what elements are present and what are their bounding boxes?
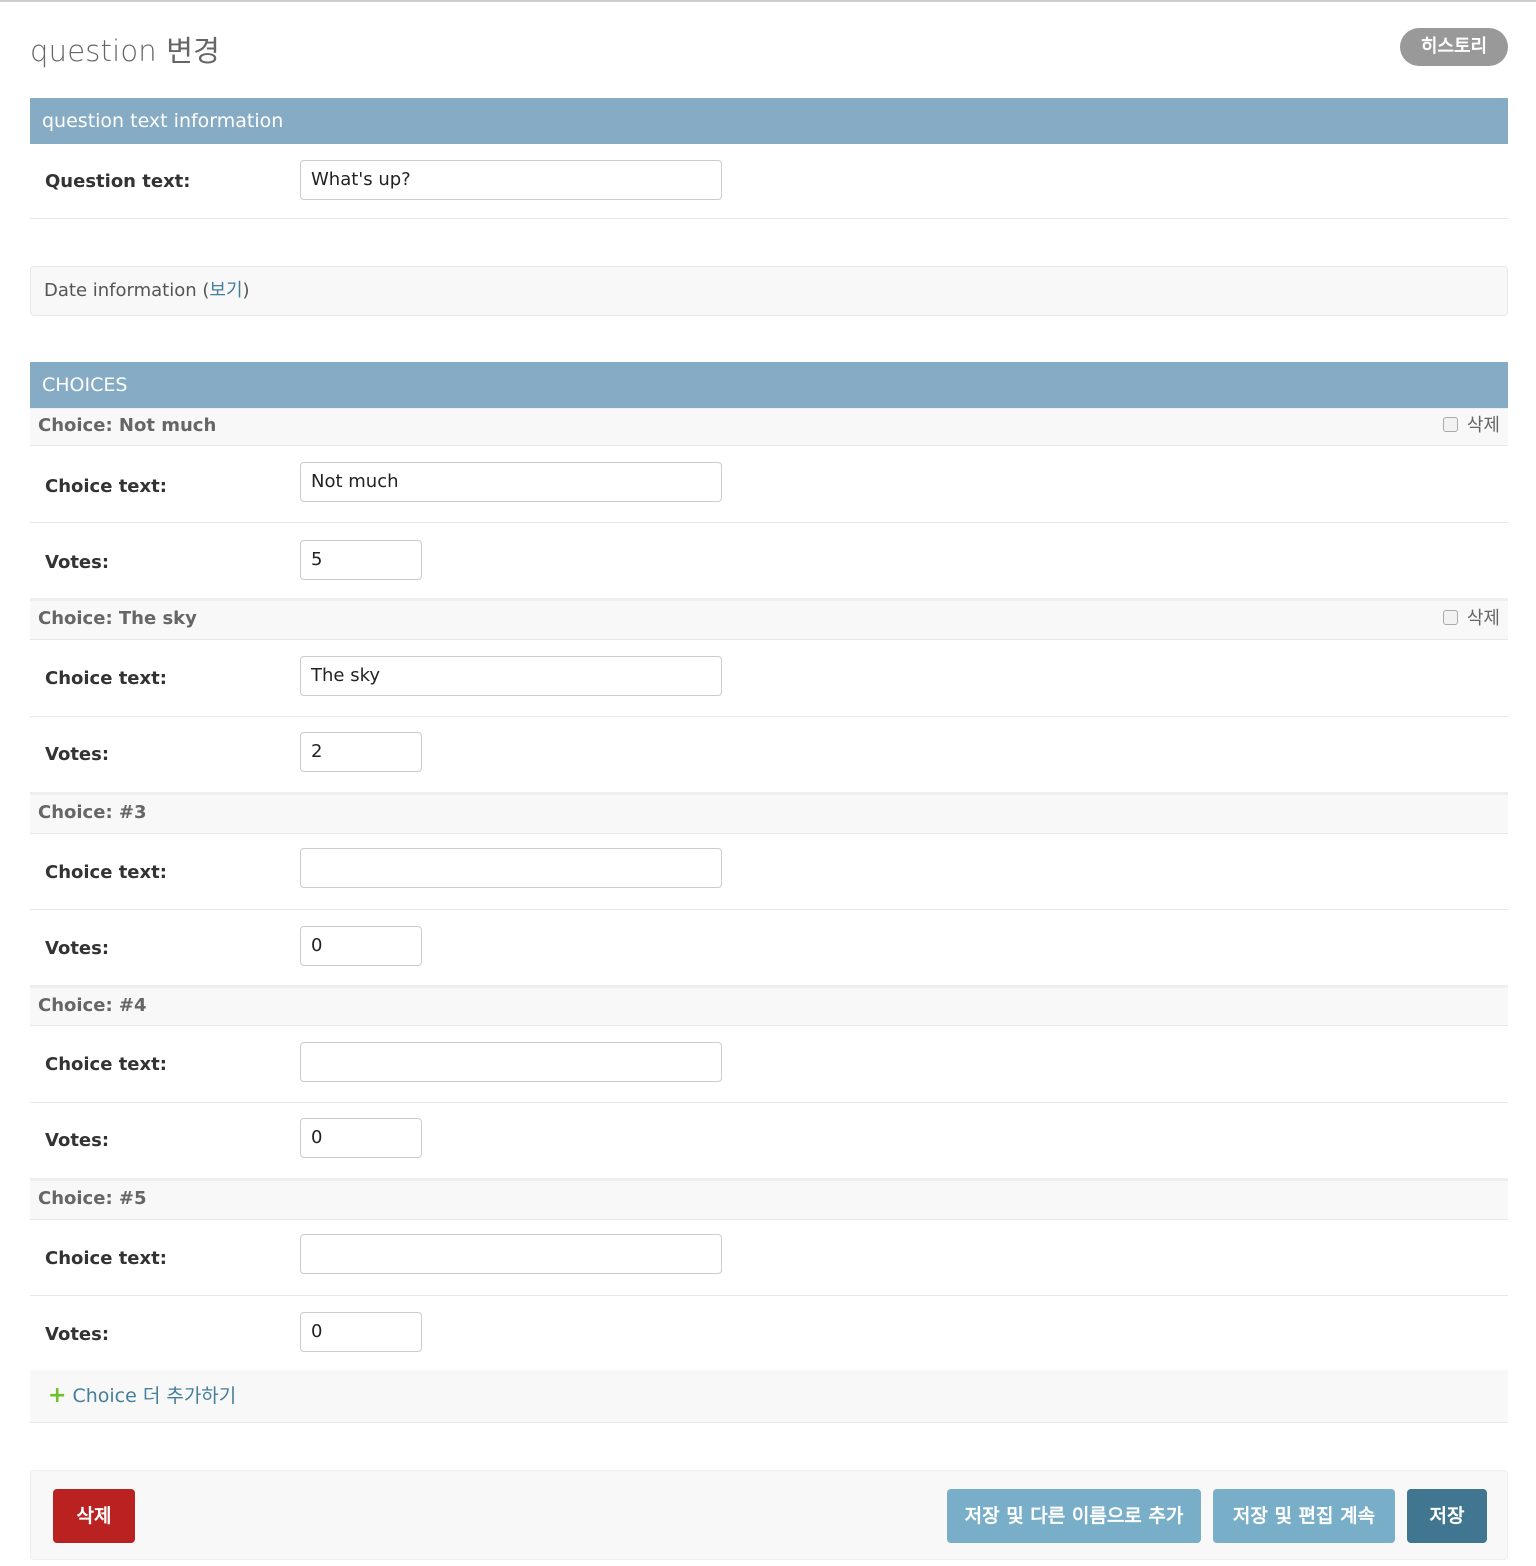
- choices-section-heading: CHOICES: [30, 362, 1508, 408]
- votes-label: Votes:: [45, 1324, 110, 1345]
- save-and-continue-button[interactable]: 저장 및 편집 계속: [1213, 1489, 1395, 1543]
- votes-label: Votes:: [45, 1130, 110, 1151]
- votes-input[interactable]: 0: [300, 1118, 422, 1158]
- choice-delete-label: 삭제: [1466, 415, 1500, 436]
- choice-header: Choice: #3: [30, 792, 1508, 834]
- choice-delete-checkbox[interactable]: [1442, 610, 1458, 625]
- choice-text-input[interactable]: [300, 848, 722, 888]
- choice-text-label: Choice text:: [45, 668, 167, 689]
- choice-text-row: Choice text:: [30, 834, 1508, 910]
- choice-title: Choice: #5: [38, 1188, 147, 1209]
- choice-text-input[interactable]: [300, 1042, 722, 1082]
- add-another-choice-link[interactable]: Choice 더 추가하기: [72, 1385, 236, 1407]
- choice-delete-checkbox[interactable]: [1442, 417, 1458, 432]
- choice-text-input[interactable]: The sky: [300, 656, 722, 696]
- question-text-input[interactable]: What's up?: [300, 160, 722, 200]
- votes-label: Votes:: [45, 938, 110, 959]
- choice-delete-control: 삭제: [1442, 601, 1500, 637]
- save-as-new-button[interactable]: 저장 및 다른 이름으로 추가: [947, 1489, 1201, 1543]
- votes-row: Votes: 0: [30, 910, 1508, 985]
- choice-text-row: Choice text:: [30, 1220, 1508, 1296]
- choice-header: Choice: #5: [30, 1178, 1508, 1220]
- votes-input[interactable]: 2: [300, 732, 422, 772]
- choice-header: Choice: Not much 삭제: [30, 408, 1508, 446]
- delete-button[interactable]: 삭제: [53, 1489, 135, 1543]
- choice-delete-control: 삭제: [1442, 409, 1500, 443]
- add-another-choice-row: + Choice 더 추가하기: [30, 1370, 1508, 1423]
- choice-text-input[interactable]: [300, 1234, 722, 1274]
- date-information-toggle-close: ): [242, 280, 250, 301]
- choice-text-row: Choice text: The sky: [30, 640, 1508, 717]
- votes-label: Votes:: [45, 744, 110, 765]
- choice-text-label: Choice text:: [45, 1054, 167, 1075]
- choice-text-label: Choice text:: [45, 476, 167, 497]
- date-information-show-link[interactable]: 보기: [209, 280, 242, 301]
- choice-text-row: Choice text:: [30, 1026, 1508, 1103]
- date-information-fieldset: Date information (보기): [30, 266, 1508, 316]
- votes-input[interactable]: 0: [300, 1312, 422, 1352]
- choice-header: Choice: The sky 삭제: [30, 598, 1508, 640]
- save-button[interactable]: 저장: [1407, 1489, 1487, 1543]
- question-text-label: Question text:: [45, 171, 191, 192]
- votes-row: Votes: 5: [30, 523, 1508, 598]
- choice-title: Choice: The sky: [38, 608, 197, 629]
- choice-title: Choice: Not much: [38, 415, 217, 436]
- votes-row: Votes: 0: [30, 1103, 1508, 1178]
- submit-row: 삭제 저장 및 다른 이름으로 추가 저장 및 편집 계속 저장: [30, 1470, 1508, 1560]
- votes-row: Votes: 0: [30, 1296, 1508, 1370]
- page-title: question 변경: [30, 34, 221, 68]
- choice-text-row: Choice text: Not much: [30, 446, 1508, 523]
- votes-row: Votes: 2: [30, 717, 1508, 792]
- votes-label: Votes:: [45, 552, 110, 573]
- top-rule: [0, 0, 1536, 2]
- choice-header: Choice: #4: [30, 985, 1508, 1026]
- question-section-heading: question text information: [30, 98, 1508, 144]
- choice-delete-label: 삭제: [1466, 608, 1500, 629]
- choice-title: Choice: #4: [38, 995, 147, 1016]
- votes-input[interactable]: 0: [300, 926, 422, 966]
- choice-title: Choice: #3: [38, 802, 147, 823]
- votes-input[interactable]: 5: [300, 540, 422, 580]
- date-information-heading: Date information: [44, 280, 197, 301]
- choice-text-input[interactable]: Not much: [300, 462, 722, 502]
- choice-text-label: Choice text:: [45, 862, 167, 883]
- choice-text-label: Choice text:: [45, 1248, 167, 1269]
- question-text-row: Question text: What's up?: [30, 144, 1508, 219]
- plus-icon: +: [48, 1383, 67, 1408]
- history-button[interactable]: 히스토리: [1400, 28, 1508, 66]
